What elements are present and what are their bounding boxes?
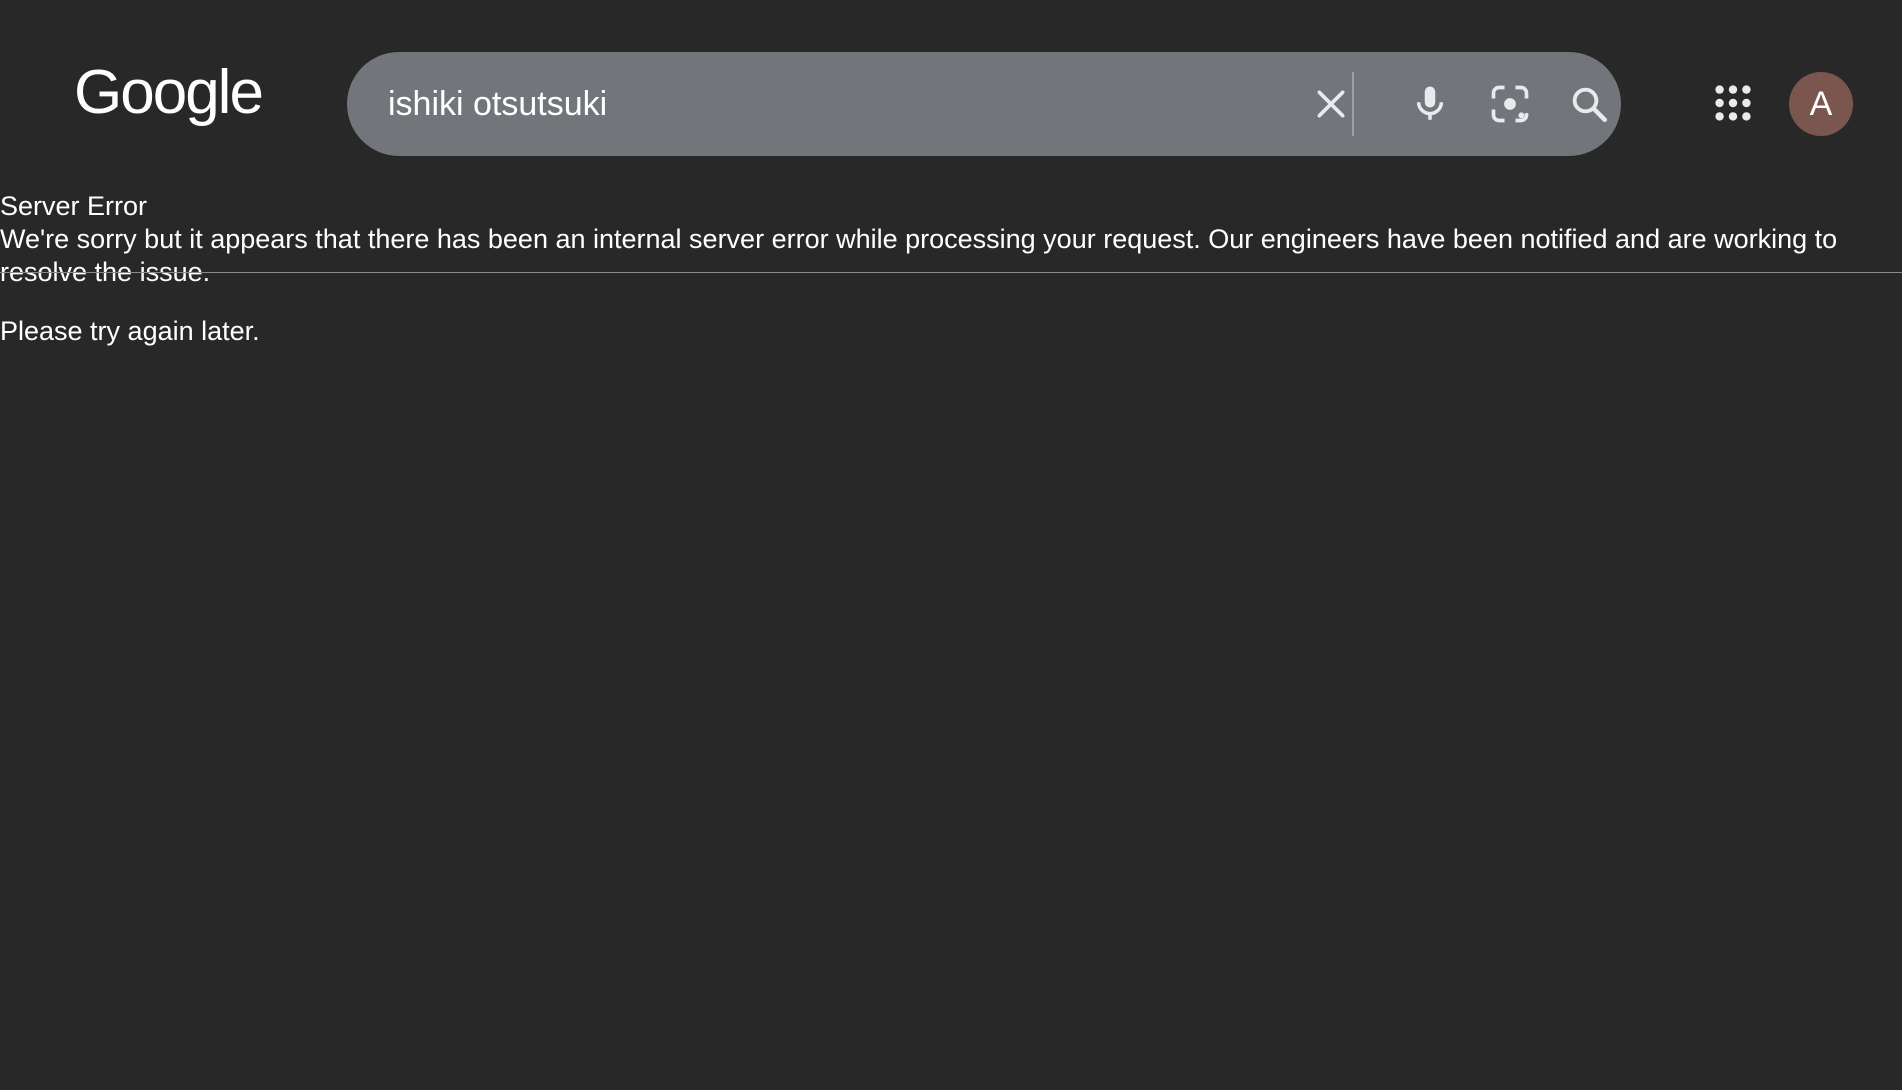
error-title: Server Error xyxy=(0,191,148,221)
retry-message: Please try again later. xyxy=(0,316,260,346)
server-error-block: Server Error We're sorry but it appears … xyxy=(0,190,1902,289)
close-icon xyxy=(1317,90,1345,118)
search-input[interactable] xyxy=(388,52,1238,156)
clear-search-button[interactable] xyxy=(1303,76,1359,132)
microphone-icon xyxy=(1416,86,1444,120)
google-apps-button[interactable] xyxy=(1710,80,1756,126)
horizontal-rule xyxy=(0,272,1902,273)
header: Google ishiki otsutsuki A xyxy=(0,0,1902,160)
camera-lens-icon xyxy=(1491,85,1529,123)
search-button[interactable] xyxy=(1561,76,1617,132)
apps-grid-icon xyxy=(1715,85,1751,121)
search-divider xyxy=(1352,72,1354,136)
voice-search-button[interactable] xyxy=(1402,76,1458,132)
google-logo[interactable]: Google xyxy=(74,62,264,124)
account-avatar[interactable]: A xyxy=(1789,72,1853,136)
search-bar[interactable] xyxy=(347,52,1621,156)
lens-search-button[interactable] xyxy=(1482,76,1538,132)
error-message: We're sorry but it appears that there ha… xyxy=(0,224,1838,287)
search-icon xyxy=(1572,87,1608,123)
